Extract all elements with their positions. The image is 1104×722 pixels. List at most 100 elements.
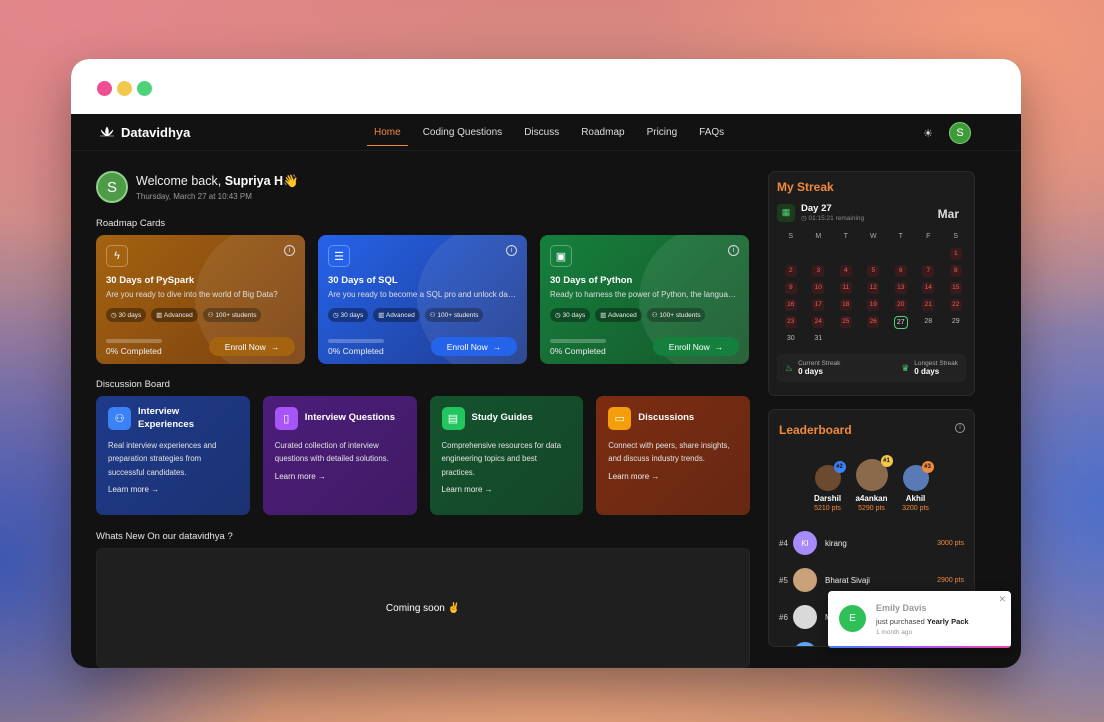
- leaderboard-title: Leaderboard: [779, 423, 852, 437]
- calendar-day[interactable]: 12: [860, 282, 888, 294]
- row-rank: #4: [779, 538, 788, 548]
- news-heading: Whats New On our datavidhya ?: [96, 531, 233, 542]
- nav-item-home[interactable]: Home: [367, 114, 408, 151]
- learn-more-link[interactable]: Learn more →: [108, 485, 238, 494]
- calendar-day[interactable]: 6: [887, 265, 915, 277]
- calendar-day[interactable]: 30: [777, 333, 805, 344]
- close-window-button[interactable]: [97, 81, 112, 96]
- calendar-day[interactable]: 24: [805, 316, 833, 328]
- roadmap-card[interactable]: ϟ i 30 Days of PySpark Are you ready to div…: [96, 235, 305, 364]
- nav-item-pricing[interactable]: Pricing: [640, 114, 685, 151]
- user-avatar[interactable]: S: [949, 122, 971, 144]
- calendar-icon: ▦: [777, 203, 795, 222]
- flame-icon: ♨: [785, 362, 794, 373]
- podium-name: Akhil: [905, 494, 926, 503]
- discussion-card[interactable]: ▭ Discussions Connect with peers, share in…: [596, 396, 750, 515]
- close-icon[interactable]: ✕: [998, 594, 1006, 605]
- calendar-empty: [832, 248, 860, 259]
- calendar-day[interactable]: 26: [860, 316, 888, 328]
- info-icon[interactable]: i: [955, 423, 965, 433]
- enroll-button[interactable]: Enroll Now →: [431, 337, 517, 356]
- calendar-day[interactable]: 16: [777, 299, 805, 311]
- toast-avatar: E: [839, 605, 866, 632]
- toast-time: 1 month ago: [876, 629, 913, 636]
- calendar-day[interactable]: 4: [832, 265, 860, 277]
- theme-toggle-sun-icon[interactable]: ☀: [923, 127, 933, 140]
- roadmap-cards: ϟ i 30 Days of PySpark Are you ready to div…: [96, 235, 750, 364]
- calendar-day[interactable]: 20: [887, 299, 915, 311]
- calendar-day[interactable]: 23: [777, 316, 805, 328]
- minimize-window-button[interactable]: [117, 81, 132, 96]
- discussion-card[interactable]: ▯ Interview Questions Curated collection o…: [262, 396, 417, 515]
- calendar-day[interactable]: 14: [915, 282, 943, 294]
- nav-item-coding-questions[interactable]: Coding Questions: [416, 114, 510, 151]
- avatar: [793, 568, 817, 592]
- calendar-day[interactable]: 17: [805, 299, 833, 311]
- enroll-button[interactable]: Enroll Now →: [209, 337, 295, 356]
- row-name: kirang: [825, 538, 847, 548]
- calendar-day[interactable]: 3: [805, 265, 833, 277]
- leaderboard-row[interactable]: #5 Bharat Sivaji 2900 pts: [779, 567, 964, 593]
- streak-remaining: ◷ 01:15:21 remaining: [801, 215, 865, 222]
- podium-points: 3200 pts: [902, 505, 929, 512]
- info-icon[interactable]: i: [284, 245, 295, 256]
- info-icon[interactable]: i: [506, 245, 517, 256]
- calendar-day[interactable]: 29: [942, 316, 970, 327]
- podium-user[interactable]: #1 a4ankan 5290 pts: [854, 455, 893, 512]
- calendar-day[interactable]: 1: [942, 248, 970, 260]
- zap-icon: ϟ: [106, 245, 128, 267]
- nav-item-discuss[interactable]: Discuss: [517, 114, 566, 151]
- welcome-avatar: S: [96, 171, 128, 203]
- news-panel: Coming soon ✌: [96, 548, 750, 668]
- calendar-day[interactable]: 25: [832, 316, 860, 328]
- window-titlebar: [71, 59, 1021, 114]
- roadmap-card[interactable]: ▣ i 30 Days of Python Ready to harness the …: [540, 235, 749, 364]
- calendar-day[interactable]: 9: [777, 282, 805, 294]
- calendar-empty: [860, 248, 888, 259]
- discussion-card-title: Study Guides: [471, 412, 533, 424]
- nav-item-faqs[interactable]: FAQs: [692, 114, 731, 151]
- calendar-day[interactable]: 31: [805, 333, 833, 344]
- learn-more-link[interactable]: Learn more →: [608, 472, 738, 481]
- learn-more-link[interactable]: Learn more →: [275, 472, 405, 481]
- nav-item-roadmap[interactable]: Roadmap: [574, 114, 631, 151]
- avatar: #1: [855, 455, 893, 491]
- learn-more-link[interactable]: Learn more →: [442, 485, 572, 494]
- calendar-day[interactable]: 5: [860, 265, 888, 277]
- row-points: 2900 pts: [937, 576, 964, 584]
- enroll-button[interactable]: Enroll Now →: [653, 337, 739, 356]
- calendar-day[interactable]: 22: [942, 299, 970, 311]
- discussion-card[interactable]: ▤ Study Guides Comprehensive resources for…: [429, 396, 584, 515]
- info-icon[interactable]: i: [728, 245, 739, 256]
- podium-points: 5210 pts: [814, 505, 841, 512]
- avatar: #3: [902, 461, 934, 491]
- rank-badge: #3: [921, 461, 934, 473]
- calendar-day[interactable]: 11: [832, 282, 860, 294]
- calendar-day[interactable]: 19: [860, 299, 888, 311]
- discussion-card-title: Interview Experiences: [138, 405, 194, 430]
- podium-user[interactable]: #3 Akhil 3200 pts: [898, 461, 934, 512]
- calendar-day[interactable]: 18: [832, 299, 860, 311]
- calendar-day[interactable]: 13: [887, 282, 915, 294]
- discussion-card[interactable]: ⚇ Interview Experiences Real interview exp…: [96, 396, 250, 515]
- leaderboard-podium: #2 Darshil 5210 pts #1 a4ankan 5290 pts #3 Akhi…: [779, 455, 964, 512]
- maximize-window-button[interactable]: [137, 81, 152, 96]
- leaderboard-row[interactable]: #4 KI kirang 3000 pts: [779, 530, 964, 556]
- calendar-day[interactable]: 15: [942, 282, 970, 294]
- lotus-icon: [100, 126, 114, 137]
- streak-panel: My Streak ▦ Day 27 ◷ 01:15:21 remaining …: [768, 171, 975, 396]
- roadmap-card[interactable]: ☰ i 30 Days of SQL Are you ready to become …: [318, 235, 527, 364]
- streak-day-label: Day 27: [801, 203, 832, 214]
- level-tag: ▥ Advanced: [151, 308, 198, 322]
- calendar-empty: [915, 248, 943, 259]
- calendar-day[interactable]: 27: [887, 316, 915, 329]
- calendar-day[interactable]: 7: [915, 265, 943, 277]
- brand-logo[interactable]: Datavidhya: [99, 125, 190, 140]
- calendar-day[interactable]: 2: [777, 265, 805, 277]
- calendar-day[interactable]: 21: [915, 299, 943, 311]
- calendar-day[interactable]: 10: [805, 282, 833, 294]
- message-icon: ▭: [608, 406, 632, 430]
- calendar-day[interactable]: 28: [915, 316, 943, 327]
- calendar-day[interactable]: 8: [942, 265, 970, 277]
- podium-user[interactable]: #2 Darshil 5210 pts: [810, 461, 846, 512]
